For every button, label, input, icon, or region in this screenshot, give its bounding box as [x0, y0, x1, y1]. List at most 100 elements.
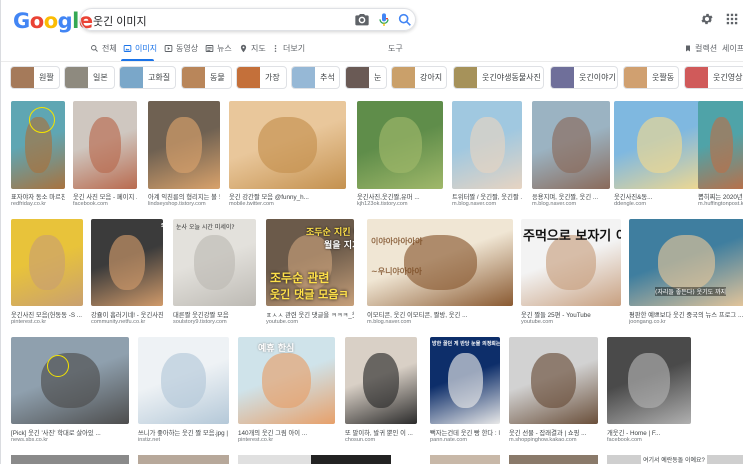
result-caption[interactable]: 웃긴 선물 - 잡래결과 | 쇼핑 ... [509, 428, 598, 437]
apps-grid-icon[interactable] [725, 12, 739, 26]
related-chip[interactable]: 원짤 [10, 66, 60, 89]
image-result[interactable]: 이야아아아아아 ~우니야아아아이모티콘, 웃긴 이모티콘, 짤방, 웃긴 ...… [367, 219, 513, 328]
gear-icon[interactable] [700, 12, 714, 26]
image-result[interactable]: 눈사 오늘 시간 미세이? 대른짤 웃긴강짤 모음 soulstory9.tisto… [173, 219, 256, 328]
image-result[interactable]: 예휴 한심 140개의 웃긴 그림 아이 ... pinterest.co.kr [238, 337, 335, 446]
result-thumbnail[interactable] [614, 101, 704, 189]
related-chip[interactable]: 고화질 [119, 66, 176, 89]
related-chip[interactable]: 웃긴이야기 [550, 66, 618, 89]
result-caption[interactable]: 트위터짤 / 웃긴짤, 웃긴짤 ... [452, 192, 522, 201]
result-caption[interactable]: 쓰니가 좋아하는 웃긴 짤 모음.jpg | ... [138, 428, 229, 437]
image-result[interactable]: 웃긴 사진 모음 - 페이지 ... facebook.com [73, 101, 137, 210]
collections-link[interactable]: 컬렉션 [684, 43, 717, 54]
result-caption[interactable]: 웃긴 사진 모음 - 페이지 ... [73, 192, 137, 201]
image-result[interactable]: 웃긴사진 모음(헌동동 -S ... pinterest.co.kr [11, 219, 83, 328]
related-chip[interactable]: 눈 [345, 66, 387, 89]
result-thumbnail[interactable] [229, 101, 346, 189]
result-caption[interactable]: 웃긴사진&동... [614, 192, 704, 201]
result-thumbnail[interactable]: 예휴 한심 [238, 337, 335, 424]
result-thumbnail[interactable]: 조두순 지킨 이유.. 월을 지기조두순 관련웃긴 댓글 모음ㅋ [266, 219, 354, 306]
result-caption[interactable]: 뻑자는건데 웃긴 빵 한다 : 네이 ... [430, 428, 500, 437]
result-thumbnail[interactable] [452, 101, 522, 189]
result-thumbnail[interactable]: 주먹으로 보자기 이기 [521, 219, 621, 306]
image-result[interactable]: 웃긴 선물 - 잡래결과 | 쇼핑 ... m.shoppinghow.kakao… [509, 337, 598, 446]
result-thumbnail[interactable] [532, 101, 610, 189]
result-caption[interactable]: 표자야자 동소 마르친다는 2020년 '웃긴 이상 ... [11, 192, 65, 201]
related-chip[interactable]: 웃긴영상 [684, 66, 743, 89]
image-result[interactable]: 주먹으로 보자기 이기웃긴 짤들 25편 - YouTubeyoutube.co… [521, 219, 621, 328]
partial-thumbnail[interactable] [138, 455, 229, 464]
related-chip[interactable]: 동물 [181, 66, 232, 89]
result-thumbnail[interactable] [607, 337, 691, 424]
camera-icon[interactable] [354, 12, 370, 28]
related-chip[interactable]: 일본 [64, 66, 115, 89]
image-result[interactable]: 또 말이하, 발귀 뿐인 이 ... chosun.com [345, 337, 417, 446]
image-result[interactable]: (자리들 좋든다) 웃기도 까지평판한 예쁘보다 웃긴 중국의 뉴스 프로그 .… [629, 219, 743, 328]
tab-tools[interactable]: 도구 [388, 43, 403, 54]
result-caption[interactable]: 강쥴이 흡러기네! - 웃긴사진 ... [91, 310, 163, 319]
result-caption[interactable]: 아계 익친릉의 형리지는 볼 모음 / 웃긴 빌 ... [148, 192, 220, 201]
result-thumbnail[interactable]: 눈사 오늘 시간 미세이? [173, 219, 256, 306]
related-chip[interactable]: 웃짤동 [623, 66, 679, 89]
tab-more[interactable]: 더보기 [271, 43, 305, 54]
result-caption[interactable]: [Pick] 웃긴 '사진' 학대로 살아있 ... [11, 428, 129, 437]
result-caption[interactable]: 대른짤 웃긴강짤 모음 [173, 310, 256, 319]
tab-maps[interactable]: 지도 [239, 43, 266, 54]
result-thumbnail[interactable] [11, 219, 83, 306]
tab-news[interactable]: 뉴스 [205, 43, 232, 54]
result-thumbnail[interactable] [73, 101, 137, 189]
partial-thumbnail[interactable] [11, 455, 129, 464]
tab-videos[interactable]: 동영상 [164, 43, 198, 54]
image-result[interactable]: 웃긴 강간짤 모음 @funny_h... mobile.twitter.com [229, 101, 346, 210]
result-caption[interactable]: 웃긴 짤들 25편 - YouTube [521, 310, 621, 319]
result-caption[interactable]: 웃긴 강간짤 모음 @funny_h... [229, 192, 346, 201]
result-thumbnail[interactable]: (자리들 좋든다) 웃기도 까지 [629, 219, 743, 306]
result-thumbnail[interactable] [11, 337, 129, 424]
search-icon[interactable] [397, 12, 413, 28]
image-result[interactable]: 응용지며, 웃긴짤, 웃긴 ... m.blog.naver.com [532, 101, 610, 210]
result-caption[interactable]: 웃긴사진,웃긴짤,유머 ... [357, 192, 443, 201]
related-chip[interactable]: 웃긴야생동물사진 [453, 66, 544, 89]
result-thumbnail[interactable] [138, 337, 229, 424]
result-caption[interactable]: 140개의 웃긴 그림 아이 ... [238, 428, 335, 437]
result-thumbnail[interactable]: SBS [91, 219, 163, 306]
image-result[interactable]: 아계 익친릉의 형리지는 볼 모음 / 웃긴 빌 ...lindseyshop.… [148, 101, 220, 210]
image-result[interactable]: 개웃긴 - Home | F... facebook.com [607, 337, 691, 446]
image-result[interactable]: 쓰니가 좋아하는 웃긴 짤 모음.jpg | ... instiz.net [138, 337, 229, 446]
result-caption[interactable]: 응용지며, 웃긴짤, 웃긴 ... [532, 192, 610, 201]
mic-icon[interactable] [376, 12, 392, 28]
result-caption[interactable]: 웃긴사진 모음(헌동동 -S ... [11, 310, 83, 319]
partial-thumbnail[interactable] [430, 455, 500, 464]
safesearch-link[interactable]: 세이프서 [722, 43, 743, 54]
related-chip[interactable]: 강아지 [391, 66, 447, 89]
result-thumbnail[interactable] [509, 337, 598, 424]
image-result[interactable]: 표자야자 동소 마르친다는 2020년 '웃긴 이상 ...redfriday.… [11, 101, 65, 210]
image-result[interactable]: 뽑히찌는 2020년 '웃긴 ...m.huffingtonpost.kr [698, 101, 743, 210]
partial-thumbnail[interactable] [311, 455, 391, 464]
related-chip[interactable]: 가장 [236, 66, 287, 89]
result-caption[interactable]: ㅍㅅㅅ 관련 웃긴 댓글을 ㅋㅋㅋ_웃긴영상 - YouTube [266, 310, 354, 319]
result-thumbnail[interactable] [357, 101, 443, 189]
result-caption[interactable]: 이모티콘, 웃긴 이모티콘, 짤방, 웃긴 ... [367, 310, 513, 319]
result-thumbnail[interactable]: 이야아아아아아 ~우니야아아아 [367, 219, 513, 306]
result-caption[interactable]: 개웃긴 - Home | F... [607, 428, 691, 437]
search-box[interactable]: 웃긴 이미지 [80, 8, 416, 31]
result-thumbnail[interactable] [698, 101, 743, 189]
image-result[interactable]: [Pick] 웃긴 '사진' 학대로 살아있 ... news.sbs.co.kr [11, 337, 129, 446]
result-thumbnail[interactable]: 방한 꿀던 게 반당 눈물 의정뢰는 망이 [430, 337, 500, 424]
search-input[interactable]: 웃긴 이미지 [93, 13, 147, 29]
tab-all[interactable]: 전체 [90, 43, 117, 54]
image-result[interactable]: 방한 꿀던 게 반당 눈물 의정뢰는 망이뻑자는건데 웃긴 빵 한다 : 네이 … [430, 337, 500, 446]
partial-thumbnail[interactable] [509, 455, 598, 464]
image-result[interactable]: 웃긴사진,웃긴짤,유머 ... kjh123ok.tistory.com [357, 101, 443, 210]
image-result[interactable]: SBS 강쥴이 흡러기네! - 웃긴사진 ...community.netfu.c… [91, 219, 163, 328]
image-result[interactable]: 트위터짤 / 웃긴짤, 웃긴짤 ... m.blog.naver.com [452, 101, 522, 210]
image-result[interactable]: 조두순 지킨 이유.. 월을 지기조두순 관련웃긴 댓글 모음ㅋㅍㅅㅅ 관련 웃긴… [266, 219, 354, 328]
result-caption[interactable]: 평판한 예쁘보다 웃긴 중국의 뉴스 프로그 ... [629, 310, 743, 319]
result-caption[interactable]: 또 말이하, 발귀 뿐인 이 ... [345, 428, 417, 437]
image-result[interactable]: 웃긴사진&동... ddengle.com [614, 101, 704, 210]
result-thumbnail[interactable] [345, 337, 417, 424]
result-caption[interactable]: 뽑히찌는 2020년 '웃긴 ... [698, 192, 743, 201]
result-thumbnail[interactable] [148, 101, 220, 189]
tab-images[interactable]: 이미지 [123, 43, 157, 54]
